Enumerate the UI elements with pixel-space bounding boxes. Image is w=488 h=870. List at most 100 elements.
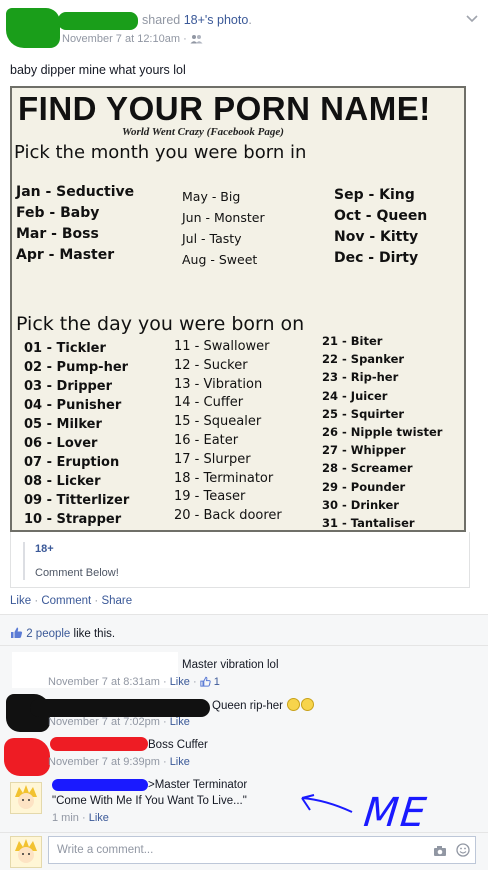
month-item: Feb - Baby [16, 205, 100, 221]
days-column-1: 01 - Tickler 02 - Pump-her 03 - Dripper … [24, 339, 129, 529]
months-column-3: Sep - King Oct - Queen Nov - Kitty Dec -… [334, 185, 427, 269]
post-meta: November 7 at 12:10am · [62, 33, 203, 47]
day-item: 12 - Sucker [174, 357, 248, 373]
day-item: 06 - Lover [24, 436, 98, 451]
day-item: 25 - Squirter [322, 406, 405, 421]
comment-2-like-button[interactable]: Like [170, 716, 190, 728]
comment-2-time[interactable]: November 7 at 7:02pm [48, 716, 160, 728]
laughing-emoji-icon [301, 698, 315, 711]
day-item: 05 - Milker [24, 417, 102, 432]
day-item: 27 - Whipper [322, 443, 406, 458]
day-item: 11 - Swallower [174, 339, 270, 354]
month-item: Mar - Boss [16, 226, 99, 242]
comment-placeholder: Write a comment... [57, 844, 154, 856]
like-button[interactable]: Like [10, 595, 31, 607]
divider [0, 832, 488, 833]
post-photo[interactable]: FIND YOUR PORN NAME! World Went Crazy (F… [10, 86, 466, 532]
day-item: 01 - Tickler [24, 341, 106, 356]
month-item: Aug - Sweet [182, 252, 258, 267]
comment-4-quote: "Come With Me If You Want To Live..." [52, 795, 247, 807]
day-item: 14 - Cuffer [174, 395, 244, 411]
shared-page-name[interactable]: 18+ [35, 543, 54, 555]
thumbs-up-icon [10, 626, 23, 642]
month-item: Apr - Master [16, 247, 115, 263]
month-item: Oct - Queen [334, 208, 428, 224]
day-item: 20 - Back doorer [174, 508, 282, 524]
comment-3-like-button[interactable]: Like [170, 756, 190, 768]
day-item: 29 - Pounder [322, 479, 406, 494]
day-item: 02 - Pump-her [24, 360, 129, 375]
comment-4-time[interactable]: 1 min [52, 812, 79, 824]
share-button[interactable]: Share [101, 595, 132, 607]
poster-subtitle: World Went Crazy (Facebook Page) [122, 126, 284, 138]
meta-separator: · [192, 676, 197, 688]
days-column-3: 21 - Biter 22 - Spanker 23 - Rip-her 24 … [322, 332, 442, 532]
day-item: 08 - Licker [24, 474, 101, 489]
month-item: Jun - Monster [182, 210, 265, 225]
day-item: 10 - Strapper [24, 512, 122, 527]
day-item: 26 - Nipple twister [322, 425, 443, 440]
day-item: 22 - Spanker [322, 352, 405, 367]
months-column-1: Jan - Seductive Feb - Baby Mar - Boss Ap… [16, 182, 134, 266]
chevron-down-icon[interactable] [466, 12, 478, 26]
comment-3-text: Boss Cuffer [148, 739, 208, 751]
likes-summary: 2 people like this. [10, 626, 115, 642]
camera-icon[interactable] [433, 845, 447, 860]
author-name-scribble [58, 12, 138, 30]
day-item: 03 - Dripper [24, 379, 113, 394]
action-separator: · [34, 595, 39, 607]
shared-text: shared [142, 13, 181, 27]
action-bar: Like · Comment · Share [10, 595, 132, 607]
meta-separator: · [162, 676, 167, 688]
comment-1-like-count[interactable]: 1 [214, 676, 220, 688]
comment-1-like-button[interactable]: Like [170, 676, 190, 688]
day-item: 18 - Terminator [174, 470, 274, 486]
likers-link[interactable]: 2 people [26, 628, 70, 640]
comment-3-time[interactable]: November 7 at 9:39pm [48, 756, 160, 768]
comment-4-name-scribble [52, 779, 148, 791]
author-avatar-scribble [6, 8, 60, 48]
arrow-annotation-icon [296, 792, 356, 825]
day-item: 16 - Eater [174, 432, 239, 448]
shared-attribution-box: 18+ Comment Below! [10, 532, 470, 588]
comment-1-text: Master vibration lol [182, 659, 279, 671]
month-item: Jul - Tasty [182, 231, 242, 246]
divider [0, 645, 488, 646]
day-item: 19 - Teaser [174, 489, 246, 505]
month-item: Jan - Seductive [16, 184, 135, 200]
quote-bar [23, 542, 25, 580]
comment-2-name-scribble [30, 699, 210, 717]
post-timestamp[interactable]: November 7 at 12:10am [62, 33, 180, 45]
meta-separator: · [183, 33, 187, 45]
smiley-icon[interactable] [456, 843, 470, 860]
likes-suffix: like this. [73, 628, 116, 640]
day-heading: Pick the day you were born on [16, 313, 305, 335]
month-item: May - Big [182, 189, 241, 204]
comment-button[interactable]: Comment [41, 595, 91, 607]
month-item: Dec - Dirty [334, 250, 419, 266]
shared-photo-link[interactable]: 18+'s photo [184, 13, 249, 27]
audience-icon[interactable] [190, 34, 203, 47]
comment-3-meta: November 7 at 9:39pm · Like [48, 756, 190, 768]
day-item: 21 - Biter [322, 334, 383, 348]
month-item: Sep - King [334, 187, 415, 203]
meta-separator: · [162, 716, 167, 728]
comment-1-meta: November 7 at 8:31am · Like · 1 [48, 676, 220, 690]
day-item: 28 - Screamer [322, 461, 413, 476]
avatar[interactable] [10, 782, 42, 814]
comment-4-like-button[interactable]: Like [89, 812, 109, 824]
comment-1-time[interactable]: November 7 at 8:31am [48, 676, 160, 688]
comment-3-avatar-scribble [4, 738, 50, 776]
comment-2-meta: November 7 at 7:02pm · Like [48, 716, 190, 728]
month-item: Nov - Kitty [334, 229, 419, 245]
poster-title: FIND YOUR PORN NAME! [18, 90, 431, 127]
day-item: 23 - Rip-her [322, 370, 399, 385]
comment-4-text: >Master Terminator [148, 779, 248, 791]
comment-input[interactable]: Write a comment... [48, 836, 476, 864]
day-item: 04 - Punisher [24, 398, 122, 413]
action-separator: · [94, 595, 99, 607]
day-item: 15 - Squealer [174, 414, 262, 430]
shared-period: . [248, 13, 252, 27]
day-item: 24 - Juicer [322, 388, 388, 403]
comment-2-text: Queen rip-her [212, 700, 283, 712]
